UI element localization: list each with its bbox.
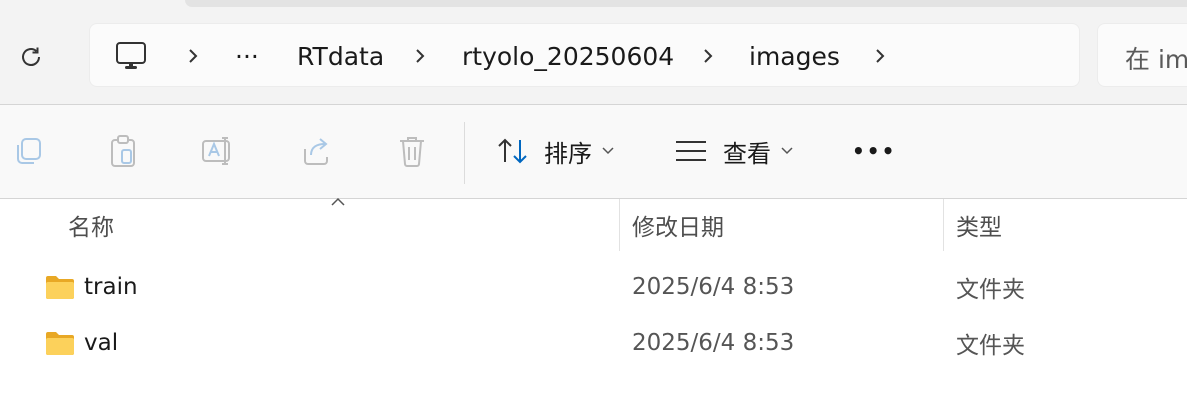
this-pc-button[interactable] (114, 24, 148, 88)
copy-icon (17, 138, 41, 164)
chevron-down-icon (602, 147, 614, 155)
search-box[interactable]: 在 images 中搜索 (1097, 23, 1187, 87)
share-icon (304, 138, 328, 165)
file-modified: 2025/6/4 8:53 (632, 274, 795, 300)
chevron-right-icon[interactable] (701, 24, 715, 88)
file-row-train[interactable]: train 2025/6/4 8:53 文件夹 (0, 261, 1187, 313)
chevron-right-icon[interactable] (186, 24, 200, 88)
rename-button[interactable] (198, 131, 238, 171)
paste-icon (111, 135, 135, 167)
file-modified: 2025/6/4 8:53 (632, 330, 795, 356)
file-type: 文件夹 (956, 333, 1025, 359)
command-bar: 排序 查看 ••• (0, 105, 1187, 199)
breadcrumb-images[interactable]: images (749, 24, 840, 88)
more-options-button[interactable]: ••• (852, 129, 896, 173)
file-list: 名称 修改日期 类型 train 2025/6/4 8:53 文件夹 val 2… (0, 197, 1187, 402)
sort-icon (498, 138, 527, 164)
tab-strip-edge (185, 0, 1187, 7)
address-toolbar: ··· RTdata rtyolo_20250604 images 在 imag… (0, 0, 1187, 105)
view-list-icon (676, 141, 706, 161)
share-button[interactable] (296, 131, 336, 171)
chevron-down-icon (781, 147, 793, 155)
rename-icon (202, 137, 230, 165)
trash-icon (400, 137, 424, 167)
search-placeholder: 在 images 中搜索 (1125, 45, 1187, 74)
hidden-path-ellipsis[interactable]: ··· (235, 24, 259, 88)
breadcrumb-rtdata[interactable]: RTdata (297, 24, 384, 88)
file-type: 文件夹 (956, 277, 1025, 303)
computer-icon (116, 42, 146, 69)
refresh-button[interactable] (14, 40, 48, 74)
folder-icon (46, 332, 74, 355)
breadcrumb-rtyolo[interactable]: rtyolo_20250604 (462, 24, 674, 88)
column-divider[interactable] (943, 199, 944, 251)
folder-icon (46, 276, 74, 299)
delete-button[interactable] (392, 131, 432, 171)
column-divider[interactable] (619, 199, 620, 251)
sort-label: 排序 (544, 139, 592, 168)
toolbar-separator (464, 122, 465, 184)
copy-button[interactable] (8, 131, 48, 171)
file-name: val (84, 330, 119, 356)
address-bar[interactable]: ··· RTdata rtyolo_20250604 images (89, 23, 1080, 87)
sort-button[interactable]: 排序 (496, 129, 614, 173)
view-label: 查看 (723, 139, 771, 168)
column-header-name[interactable]: 名称 (68, 199, 114, 251)
view-button[interactable]: 查看 (675, 129, 793, 173)
sort-ascending-icon (331, 197, 345, 206)
file-row-val[interactable]: val 2025/6/4 8:53 文件夹 (0, 317, 1187, 369)
file-name: train (84, 274, 138, 300)
chevron-right-icon[interactable] (413, 24, 427, 88)
column-header-date[interactable]: 修改日期 (632, 199, 724, 251)
refresh-icon (22, 47, 40, 66)
chevron-right-icon[interactable] (873, 24, 887, 88)
column-header-type[interactable]: 类型 (956, 199, 1002, 251)
paste-button[interactable] (103, 131, 143, 171)
